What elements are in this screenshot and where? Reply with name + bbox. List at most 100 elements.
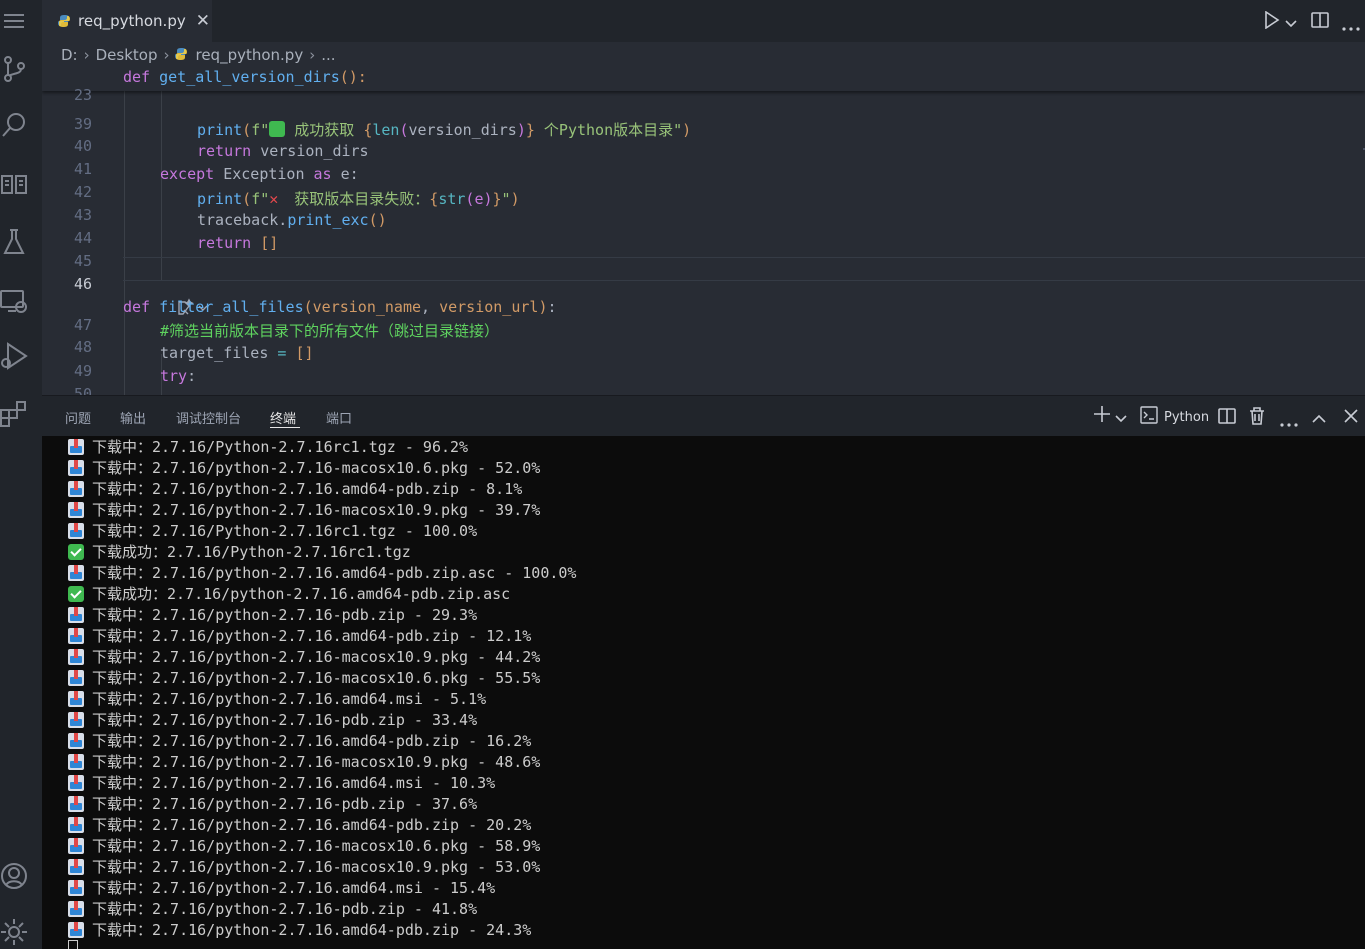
download-inbox-icon: [68, 438, 84, 455]
terminal-line-text: 下载中：2.7.16/python-2.7.16-pdb.zip - 41.8%: [92, 900, 478, 918]
terminal-line-text: 下载成功：2.7.16/Python-2.7.16rc1.tgz: [92, 543, 411, 561]
terminal-line-text: 下载中：2.7.16/python-2.7.16-macosx10.9.pkg …: [92, 501, 541, 519]
breadcrumb-file[interactable]: req_python.py: [195, 46, 303, 64]
terminal-line: 下载成功：2.7.16/python-2.7.16.amd64-pdb.zip.…: [68, 583, 510, 604]
terminal-output[interactable]: 下载中：2.7.16/Python-2.7.16rc1.tgz - 96.2% 下…: [42, 436, 1365, 949]
terminal-line-text: 下载中：2.7.16/Python-2.7.16rc1.tgz - 100.0%: [92, 522, 478, 540]
terminal-icon: [1140, 406, 1158, 428]
python-file-icon: [175, 46, 188, 64]
tab-close-icon[interactable]: ✕: [196, 11, 210, 31]
terminal-line-text: 下载中：2.7.16/python-2.7.16.amd64-pdb.zip -…: [92, 816, 532, 834]
kill-terminal-trash-icon[interactable]: [1249, 407, 1265, 429]
download-inbox-icon: [68, 837, 84, 854]
download-inbox-icon: [68, 522, 84, 539]
terminal-line-text: 下载中：2.7.16/Python-2.7.16rc1.tgz - 96.2%: [92, 438, 469, 456]
panel-more-actions-icon[interactable]: [1280, 413, 1298, 432]
tab-ports[interactable]: 端口: [326, 408, 352, 427]
new-terminal-plus-icon[interactable]: [1093, 405, 1111, 427]
download-inbox-icon: [68, 711, 84, 728]
tab-bar: [42, 0, 1365, 42]
menu-icon[interactable]: [0, 7, 28, 35]
code-editor[interactable]: 23 def get_all_version_dirs(): 39 40 pri…: [42, 68, 1365, 395]
run-python-file-icon[interactable]: [1264, 10, 1280, 33]
sticky-scroll-header[interactable]: 23 def get_all_version_dirs():: [42, 68, 1365, 104]
source-control-icon[interactable]: [0, 55, 28, 83]
panel-header: 问题 输出 调试控制台 终端 端口 Python: [42, 395, 1365, 437]
download-inbox-icon: [68, 501, 84, 518]
active-tab-indicator: [270, 427, 300, 428]
terminal-line-text: 下载中：2.7.16/python-2.7.16.amd64.msi - 5.1…: [92, 690, 487, 708]
code-line-49: 49 target_files = []: [73, 344, 314, 380]
split-editor-icon[interactable]: [1311, 11, 1329, 33]
tab-debug-console[interactable]: 调试控制台: [176, 408, 241, 427]
chevron-right-icon: ›: [163, 46, 170, 64]
breadcrumb-folder[interactable]: Desktop: [96, 46, 158, 64]
run-dropdown-chevron-icon[interactable]: [1285, 14, 1297, 33]
search-icon[interactable]: [0, 112, 28, 140]
code-line-45: 45 return []: [73, 234, 279, 270]
terminal-line-text: 下载中：2.7.16/python-2.7.16-macosx10.6.pkg …: [92, 459, 541, 477]
check-mark-icon: [68, 585, 84, 602]
terminal-line: 下载中：2.7.16/python-2.7.16-macosx10.9.pkg …: [68, 499, 540, 520]
tab-problems[interactable]: 问题: [65, 408, 91, 427]
terminal-line: 下载中：2.7.16/python-2.7.16.amd64.msi - 5.1…: [68, 688, 486, 709]
terminal-line: 下载中：2.7.16/python-2.7.16.amd64-pdb.zip -…: [68, 478, 522, 499]
terminal-line-text: 下载中：2.7.16/python-2.7.16.amd64.msi - 15.…: [92, 879, 496, 897]
python-file-icon: [58, 12, 70, 31]
check-mark-emoji-icon: [269, 121, 286, 137]
code-line-42: 42 except Exception as e:: [73, 165, 359, 201]
terminal-line-text: 下载中：2.7.16/python-2.7.16.amd64-pdb.zip.a…: [92, 564, 577, 582]
terminal-line-text: 下载中：2.7.16/python-2.7.16-macosx10.9.pkg …: [92, 648, 541, 666]
account-icon[interactable]: [0, 862, 28, 890]
download-inbox-icon: [68, 648, 84, 665]
breadcrumb: D: › Desktop › req_python.py › ...: [42, 42, 1365, 68]
terminal-line-text: 下载中：2.7.16/python-2.7.16-macosx10.9.pkg …: [92, 858, 541, 876]
download-inbox-icon: [68, 669, 84, 686]
code-line-41: 41 return version_dirs: [73, 142, 369, 178]
close-panel-icon[interactable]: [1344, 408, 1358, 427]
terminal-line: 下载中：2.7.16/python-2.7.16-pdb.zip - 29.3%: [68, 604, 477, 625]
check-mark-icon: [68, 543, 84, 560]
settings-gear-icon[interactable]: [0, 918, 28, 946]
download-inbox-icon: [68, 732, 84, 749]
terminal-line: 下载中：2.7.16/python-2.7.16.amd64.msi - 15.…: [68, 877, 495, 898]
run-debug-icon[interactable]: [0, 342, 28, 370]
terminal-profile-selector[interactable]: Python: [1140, 406, 1209, 428]
terminal-line: 下载中：2.7.16/python-2.7.16.amd64-pdb.zip -…: [68, 625, 531, 646]
terminal-cursor: [68, 940, 78, 949]
terminal-line: 下载中：2.7.16/python-2.7.16-pdb.zip - 41.8%: [68, 898, 477, 919]
download-inbox-icon: [68, 900, 84, 917]
breadcrumb-more[interactable]: ...: [321, 46, 335, 64]
terminal-line-text: 下载中：2.7.16/python-2.7.16.amd64-pdb.zip -…: [92, 921, 532, 939]
terminal-line-text: 下载中：2.7.16/python-2.7.16.amd64-pdb.zip -…: [92, 732, 532, 750]
maximize-panel-chevron-up-icon[interactable]: [1312, 409, 1326, 428]
remote-explorer-icon[interactable]: [0, 287, 28, 315]
code-line-40: 40 print(f" 成功获取 {len(version_dirs)} 个Py…: [73, 121, 692, 155]
tab-terminal[interactable]: 终端: [270, 408, 296, 427]
download-inbox-icon: [68, 921, 84, 938]
activity-bar: [0, 0, 42, 949]
tab-filename: req_python.py: [78, 12, 186, 30]
split-terminal-icon[interactable]: [1218, 407, 1236, 429]
testing-flask-icon[interactable]: [0, 228, 28, 256]
breadcrumb-drive[interactable]: D:: [61, 46, 78, 64]
terminal-dropdown-chevron-icon[interactable]: [1115, 409, 1127, 428]
more-actions-icon[interactable]: [1342, 17, 1360, 36]
editor-tab-req-python[interactable]: req_python.py ✕: [42, 0, 212, 42]
terminal-line: 下载中：2.7.16/python-2.7.16.amd64-pdb.zip -…: [68, 919, 531, 940]
download-inbox-icon: [68, 627, 84, 644]
extensions-icon[interactable]: [0, 400, 28, 428]
terminal-line: 下载中：2.7.16/python-2.7.16.amd64-pdb.zip -…: [68, 814, 531, 835]
terminal-line-text: 下载中：2.7.16/python-2.7.16.amd64.msi - 10.…: [92, 774, 496, 792]
code-line-44: 44 traceback.print_exc(): [73, 211, 387, 247]
download-inbox-icon: [68, 480, 84, 497]
line-number: 23: [73, 86, 92, 104]
terminal-line: 下载中：2.7.16/python-2.7.16.amd64-pdb.zip -…: [68, 730, 531, 751]
code-line-43: 43 print(f"✕ 获取版本目录失败：{str(e)}"): [73, 190, 520, 224]
chevron-right-icon: ›: [309, 46, 316, 64]
tab-output[interactable]: 输出: [120, 408, 146, 427]
terminal-line-text: 下载中：2.7.16/python-2.7.16-pdb.zip - 37.6%: [92, 795, 478, 813]
download-inbox-icon: [68, 753, 84, 770]
explorer-book-icon[interactable]: [0, 170, 28, 198]
terminal-line: 下载中：2.7.16/python-2.7.16-macosx10.9.pkg …: [68, 751, 540, 772]
